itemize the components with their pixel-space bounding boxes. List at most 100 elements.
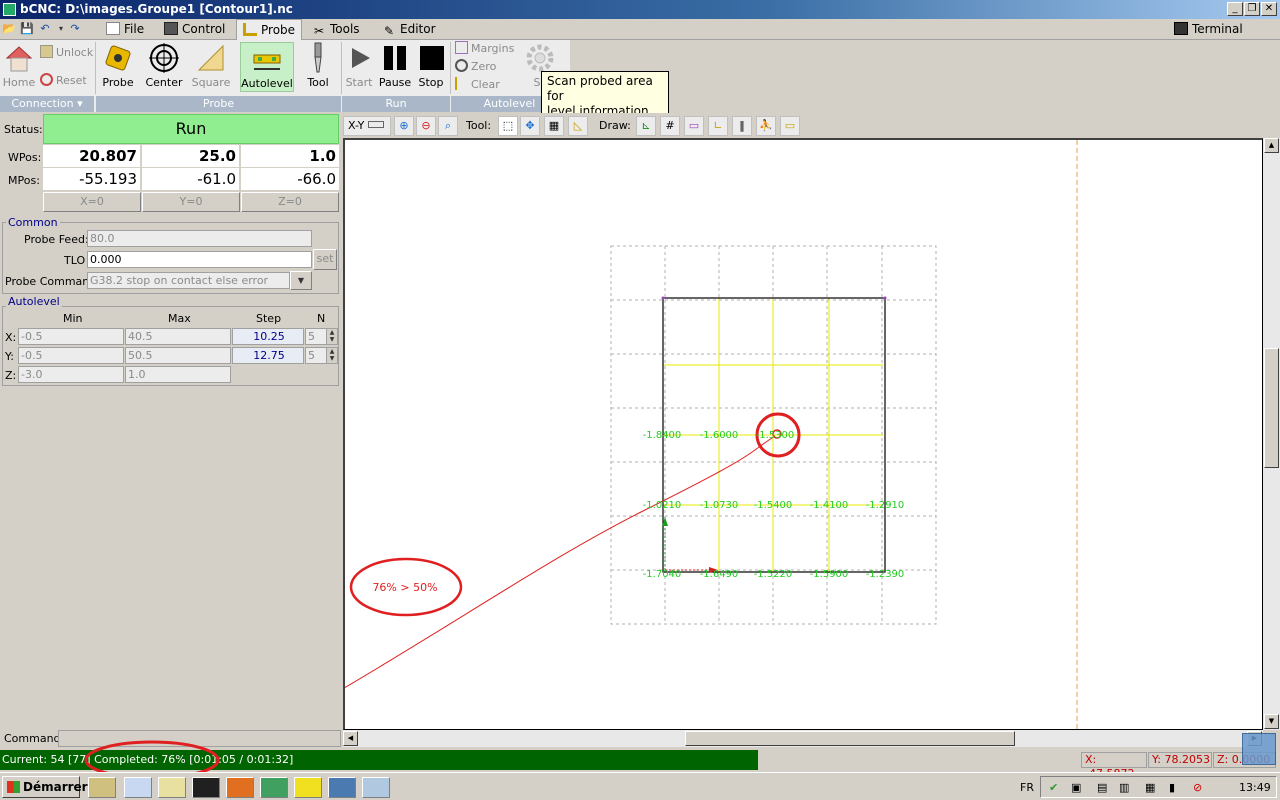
python-icon[interactable] <box>328 777 356 798</box>
notepad-icon[interactable] <box>158 777 186 798</box>
center-button[interactable]: Center <box>144 42 184 92</box>
horizontal-scroll-thumb[interactable] <box>685 731 1015 746</box>
tray-check-icon[interactable]: ✔ <box>1049 781 1058 794</box>
y-min-input[interactable]: -0.5 <box>18 347 124 364</box>
open-icon[interactable]: 📂 <box>2 22 16 36</box>
zoom-in-icon[interactable]: ⊕ <box>394 116 414 136</box>
maximize-button[interactable]: ❐ <box>1244 2 1260 16</box>
tlo-set-button[interactable]: set <box>313 249 337 270</box>
zoom-fit-icon[interactable]: ⌕ <box>438 116 458 136</box>
vertical-scroll-thumb[interactable] <box>1264 348 1279 468</box>
rapid-icon[interactable]: ⛹ <box>756 116 776 136</box>
view-select[interactable]: X-Y <box>343 116 391 136</box>
tray-volume-icon[interactable]: ⊘ <box>1193 781 1202 794</box>
tab-terminal[interactable]: Terminal <box>1168 19 1249 40</box>
pause-button[interactable]: Pause <box>378 42 412 92</box>
tlo-input[interactable]: 0.000 <box>87 251 312 268</box>
start-button[interactable]: Start <box>344 42 374 92</box>
probe-command-select[interactable]: G38.2 stop on contact else error <box>87 272 290 289</box>
tray-network-icon[interactable]: ▤ <box>1097 781 1107 794</box>
canvas[interactable]: -1.8400 -1.6000 -1.5300 -1.0210 -1.0730 … <box>343 138 1263 730</box>
canvas-drawing: -1.8400 -1.6000 -1.5300 -1.0210 -1.0730 … <box>345 140 1078 730</box>
probe-feed-input[interactable]: 80.0 <box>87 230 312 247</box>
zero-z-button[interactable]: Z=0 <box>241 192 339 212</box>
square-button[interactable]: Square <box>190 42 232 92</box>
explorer-icon[interactable] <box>88 777 116 798</box>
vertical-scrollbar[interactable]: ▲ ▼ <box>1263 138 1280 730</box>
clock[interactable]: 13:49 <box>1239 781 1271 794</box>
tray-device-icon[interactable]: ▥ <box>1119 781 1129 794</box>
probe-value: -1.6000 <box>700 430 739 441</box>
autolevel-button[interactable]: Autolevel <box>240 42 294 92</box>
axes-icon[interactable]: ⊾ <box>636 116 656 136</box>
x-min-input[interactable]: -0.5 <box>18 328 124 345</box>
x-n-input[interactable]: 5 <box>305 328 327 345</box>
z-max-input[interactable]: 1.0 <box>125 366 231 383</box>
reset-button[interactable]: Reset <box>40 72 87 90</box>
tab-file[interactable]: File <box>100 19 150 40</box>
probe-value: -1.7040 <box>643 569 682 580</box>
x-step-input[interactable]: 10.25 <box>232 328 304 345</box>
horizontal-scrollbar[interactable]: ◀ ▶ <box>343 730 1263 747</box>
margins-draw-icon[interactable]: ▭ <box>684 116 704 136</box>
zero-button[interactable]: Zero <box>455 58 496 76</box>
language-indicator[interactable]: FR <box>1020 781 1034 794</box>
tool-button[interactable]: Tool <box>300 42 336 92</box>
tab-control[interactable]: Control <box>158 19 231 40</box>
floating-widget-icon[interactable] <box>1242 733 1276 765</box>
probe-draw-icon[interactable]: ∟ <box>708 116 728 136</box>
close-button[interactable]: ✕ <box>1261 2 1277 16</box>
undo-dropdown-icon[interactable]: ▾ <box>54 22 68 36</box>
calculator-icon[interactable] <box>124 777 152 798</box>
pan-tool-icon[interactable]: ✥ <box>520 116 540 136</box>
margins-button[interactable]: Margins <box>455 40 514 58</box>
tab-editor[interactable]: ✎ Editor <box>376 19 442 40</box>
x-n-spinner[interactable]: ▲ ▼ <box>326 328 338 345</box>
stop-button[interactable]: Stop <box>416 42 446 92</box>
zero-y-button[interactable]: Y=0 <box>142 192 240 212</box>
tray-usb-icon[interactable]: ▦ <box>1145 781 1155 794</box>
workarea-icon[interactable]: ▭ <box>780 116 800 136</box>
x-max-input[interactable]: 40.5 <box>125 328 231 345</box>
unlock-button[interactable]: Unlock <box>40 44 93 62</box>
y-step-input[interactable]: 12.75 <box>232 347 304 364</box>
y-max-input[interactable]: 50.5 <box>125 347 231 364</box>
redo-icon[interactable]: ↷ <box>68 22 82 36</box>
grid-icon[interactable]: # <box>660 116 680 136</box>
probe-button[interactable]: Probe <box>100 42 136 92</box>
minimize-button[interactable]: _ <box>1227 2 1243 16</box>
home-button[interactable]: Home <box>2 42 36 92</box>
chrome-icon[interactable] <box>260 777 288 798</box>
probe-value: -1.5400 <box>754 500 793 511</box>
tray-signal-icon[interactable]: ▮ <box>1169 781 1175 794</box>
tray-lock-icon[interactable]: ▣ <box>1071 781 1081 794</box>
start-button[interactable]: Démarrer <box>2 776 88 798</box>
app-icon[interactable] <box>294 777 322 798</box>
select-tool-icon[interactable]: ⬚ <box>498 116 518 136</box>
mpos-x: -55.193 <box>43 168 140 190</box>
scroll-down-icon[interactable]: ▼ <box>1264 714 1279 729</box>
save-icon[interactable]: 💾 <box>20 22 34 36</box>
console-icon[interactable] <box>192 777 220 798</box>
ruler-tool-icon[interactable]: ▦ <box>544 116 564 136</box>
z-min-input[interactable]: -3.0 <box>18 366 124 383</box>
tab-tools[interactable]: ✂ Tools <box>306 19 366 40</box>
y-n-spinner[interactable]: ▲ ▼ <box>326 347 338 364</box>
group-connection[interactable]: Connection ▾ <box>0 96 94 112</box>
zero-x-button[interactable]: X=0 <box>43 192 141 212</box>
tool-draw-icon[interactable]: ‖ <box>732 116 752 136</box>
undo-icon[interactable]: ↶ <box>38 22 52 36</box>
row-axis: Z: <box>5 369 17 382</box>
paint-icon[interactable] <box>362 777 390 798</box>
clear-button[interactable]: Clear <box>455 76 500 94</box>
start-label: Start <box>345 76 373 89</box>
firefox-icon[interactable] <box>226 777 254 798</box>
zoom-out-icon[interactable]: ⊖ <box>416 116 436 136</box>
mpos-y: -61.0 <box>142 168 239 190</box>
scroll-up-icon[interactable]: ▲ <box>1264 138 1279 153</box>
square-tool-icon[interactable]: ◺ <box>568 116 588 136</box>
tab-probe[interactable]: Probe <box>236 19 303 40</box>
scroll-left-icon[interactable]: ◀ <box>343 731 358 746</box>
chevron-down-icon[interactable]: ▼ <box>290 271 312 290</box>
y-n-input[interactable]: 5 <box>305 347 327 364</box>
